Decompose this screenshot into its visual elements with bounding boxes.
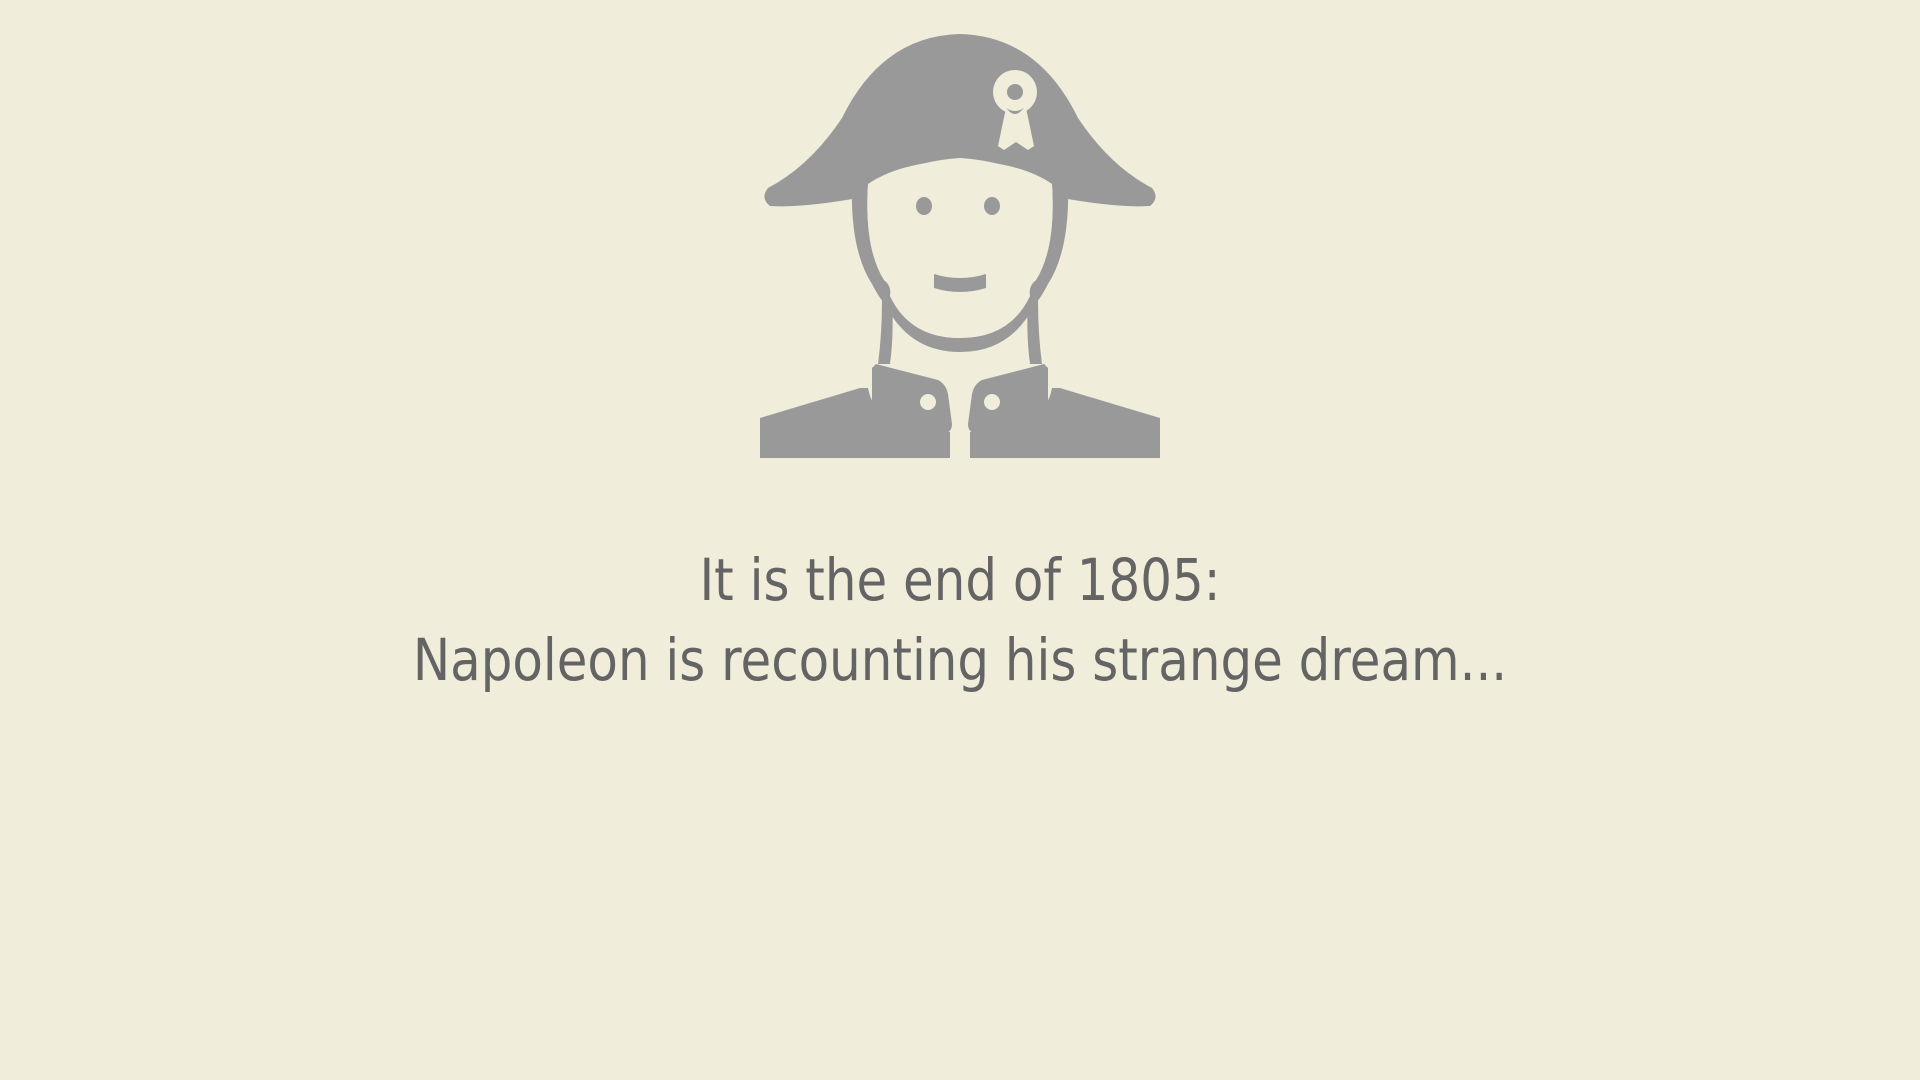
napoleon-portrait-icon xyxy=(760,34,1160,458)
intro-caption: It is the end of 1805: Napoleon is recou… xyxy=(134,540,1785,700)
caption-line-story: Napoleon is recounting his strange dream… xyxy=(412,626,1508,694)
caption-line-date: It is the end of 1805: xyxy=(699,546,1221,614)
